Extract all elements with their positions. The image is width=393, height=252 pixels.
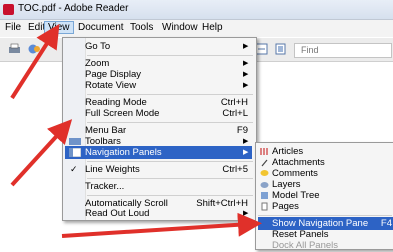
menu-item-shortcut: Ctrl+5 — [222, 164, 248, 175]
view-menu-go-to[interactable]: Go To ▶ — [65, 40, 252, 53]
menu-item-label: Pages — [272, 201, 299, 212]
menu-tools[interactable]: Tools — [127, 22, 156, 33]
submenu-arrow-icon: ▶ — [243, 82, 249, 89]
menu-divider — [87, 122, 253, 123]
submenu-arrow-icon: ▶ — [243, 210, 249, 217]
menu-help[interactable]: Help — [199, 22, 226, 33]
nav-panel-pages[interactable]: Pages — [258, 200, 393, 213]
title-bar: TOC.pdf - Adobe Reader — [0, 0, 393, 20]
menu-item-label: Tracker... — [85, 181, 125, 192]
nav-dock-all-panels[interactable]: Dock All Panels — [258, 239, 393, 252]
view-menu-tracker[interactable]: Tracker... — [65, 180, 252, 193]
menu-item-label: Full Screen Mode — [85, 108, 160, 119]
menu-item-label: Dock All Panels — [272, 240, 339, 251]
view-menu-navigation-panels[interactable]: Navigation Panels ▶ — [65, 146, 252, 159]
print-icon[interactable] — [8, 43, 21, 55]
menu-divider — [258, 215, 392, 216]
view-menu-full-screen-mode[interactable]: Full Screen Mode Ctrl+L — [65, 107, 252, 120]
view-menu-read-out-loud[interactable]: Read Out Loud ▶ — [65, 207, 252, 220]
submenu-arrow-icon: ▶ — [243, 149, 249, 156]
window-title: TOC.pdf - Adobe Reader — [18, 3, 129, 14]
menu-item-label: Rotate View — [85, 80, 137, 91]
menu-divider — [87, 161, 253, 162]
adobe-reader-logo-icon — [3, 4, 14, 15]
menu-window[interactable]: Window — [159, 22, 201, 33]
menu-view[interactable]: View — [44, 21, 74, 34]
menu-item-label: Read Out Loud — [85, 208, 150, 219]
model-tree-icon — [261, 192, 268, 199]
menu-file[interactable]: File — [2, 22, 24, 33]
view-menu-rotate-view[interactable]: Rotate View ▶ — [65, 79, 252, 92]
menu-item-label: Go To — [85, 41, 111, 52]
layers-icon — [260, 182, 269, 188]
comment-bubble-icon — [260, 170, 269, 176]
articles-icon — [260, 148, 268, 155]
adobe-reader-window: TOC.pdf - Adobe Reader File Edit View Do… — [0, 0, 393, 251]
submenu-arrow-icon: ▶ — [243, 43, 249, 50]
menu-divider — [87, 195, 253, 196]
menu-document[interactable]: Document — [75, 22, 127, 33]
fit-page-icon[interactable] — [274, 43, 287, 55]
navigation-panels-submenu: Articles Attachments Comments Layers Mod… — [255, 142, 393, 252]
paperclip-icon — [261, 159, 268, 167]
find-input[interactable]: Find — [294, 43, 392, 58]
view-menu: Go To ▶ Zoom ▶ Page Display ▶ Rotate Vie… — [62, 37, 257, 221]
pages-icon — [261, 202, 268, 211]
menu-divider — [87, 94, 253, 95]
checkmark-icon: ✓ — [70, 164, 78, 174]
menu-divider — [87, 178, 253, 179]
toolbars-icon — [69, 138, 81, 145]
menu-bar: File Edit View Document Tools Window Hel… — [0, 20, 393, 37]
menu-item-label: Line Weights — [85, 164, 140, 175]
menu-item-shortcut: Ctrl+L — [222, 108, 248, 119]
menu-item-label: Navigation Panels — [85, 147, 162, 158]
share-icon[interactable] — [28, 43, 41, 55]
menu-divider — [87, 55, 253, 56]
view-menu-line-weights[interactable]: ✓ Line Weights Ctrl+5 — [65, 163, 252, 176]
navigation-panels-icon — [69, 148, 81, 157]
